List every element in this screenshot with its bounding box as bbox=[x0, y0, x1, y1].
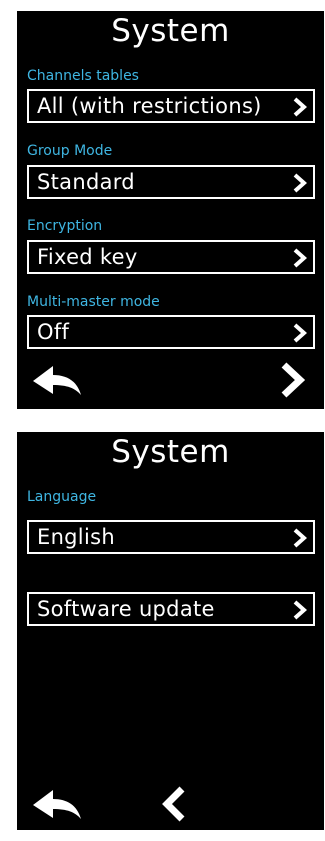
system-screen-2: System Language English Software update bbox=[17, 432, 324, 830]
channels-tables-value: All (with restrictions) bbox=[37, 94, 262, 118]
multi-master-mode-label: Multi-master mode bbox=[27, 294, 160, 310]
back-arrow-icon bbox=[33, 366, 81, 395]
language-value: English bbox=[37, 525, 115, 549]
chevron-right-icon bbox=[293, 600, 307, 620]
system-screen-1: System Channels tables All (with restric… bbox=[17, 11, 324, 409]
encryption-field[interactable]: Fixed key bbox=[27, 240, 315, 274]
multi-master-mode-field[interactable]: Off bbox=[27, 315, 315, 349]
chevron-right-icon bbox=[293, 528, 307, 548]
chevron-right-icon bbox=[293, 248, 307, 268]
chevron-right-icon bbox=[293, 97, 307, 117]
back-button[interactable] bbox=[31, 787, 85, 821]
language-label: Language bbox=[27, 489, 97, 505]
group-mode-label: Group Mode bbox=[27, 143, 113, 159]
page-title: System bbox=[111, 13, 230, 49]
channels-tables-field[interactable]: All (with restrictions) bbox=[27, 89, 315, 123]
previous-page-button[interactable] bbox=[161, 785, 189, 823]
chevron-left-icon bbox=[162, 786, 185, 822]
software-update-field[interactable]: Software update bbox=[27, 592, 315, 626]
page-title: System bbox=[111, 434, 230, 470]
channels-tables-label: Channels tables bbox=[27, 68, 139, 84]
chevron-right-icon bbox=[281, 362, 306, 398]
group-mode-value: Standard bbox=[37, 170, 135, 194]
multi-master-mode-value: Off bbox=[37, 320, 70, 344]
chevron-right-icon bbox=[293, 323, 307, 343]
encryption-value: Fixed key bbox=[37, 245, 138, 269]
software-update-value: Software update bbox=[37, 597, 215, 621]
group-mode-field[interactable]: Standard bbox=[27, 165, 315, 199]
next-page-button[interactable] bbox=[279, 361, 307, 399]
chevron-right-icon bbox=[293, 173, 307, 193]
language-field[interactable]: English bbox=[27, 520, 315, 554]
back-button[interactable] bbox=[31, 363, 85, 397]
back-arrow-icon bbox=[33, 790, 81, 819]
encryption-label: Encryption bbox=[27, 218, 103, 234]
